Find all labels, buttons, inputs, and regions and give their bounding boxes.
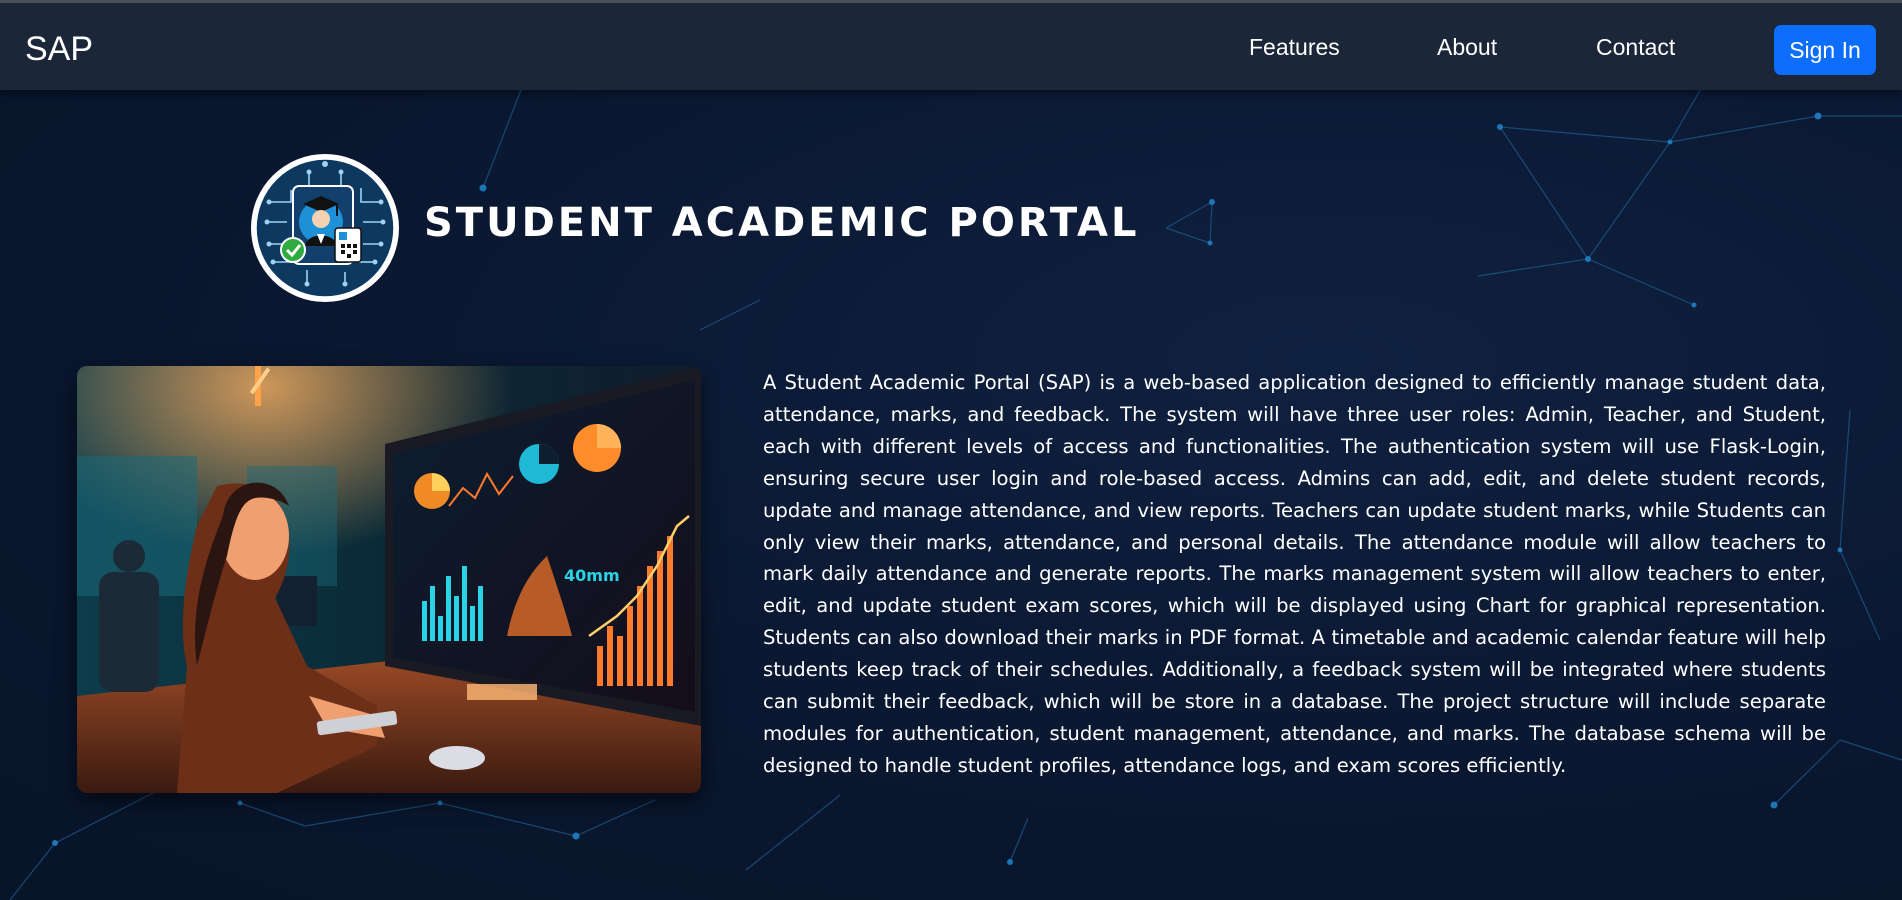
sign-in-button[interactable]: Sign In bbox=[1774, 25, 1876, 75]
portal-description: A Student Academic Portal (SAP) is a web… bbox=[763, 371, 1826, 777]
page-title: STUDENT ACADEMIC PORTAL bbox=[424, 200, 1140, 246]
top-navbar: SAP Features About Contact Sign In bbox=[0, 0, 1902, 90]
student-dashboard-illustration-icon: 40mm bbox=[77, 366, 701, 793]
page: SAP Features About Contact Sign In STUDE… bbox=[0, 0, 1902, 900]
screen-label: 40mm bbox=[564, 566, 620, 585]
nav-link-contact[interactable]: Contact bbox=[1596, 36, 1675, 59]
nav-link-features[interactable]: Features bbox=[1249, 36, 1340, 59]
nav-link-about[interactable]: About bbox=[1437, 36, 1497, 59]
graduate-circuit-logo-icon bbox=[251, 154, 399, 302]
brand-logo-text[interactable]: SAP bbox=[25, 32, 93, 66]
